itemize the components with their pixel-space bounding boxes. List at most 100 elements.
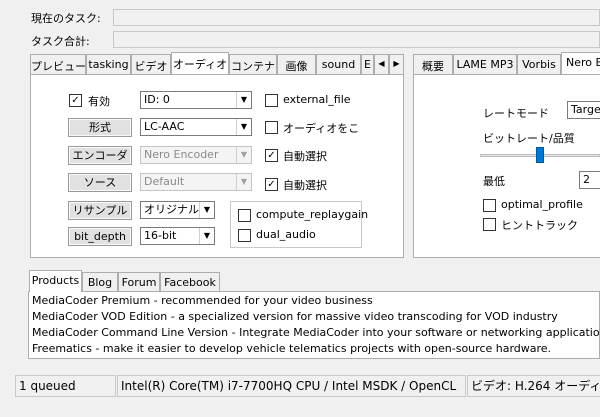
dropdown-arrow-icon: ▼ [199,228,214,244]
select-value: Nero Encoder [144,148,219,161]
left-tab-strip: プレビュー tasking ビデオ オーディオ コンテナ 画像 sound E … [30,52,410,74]
source-button[interactable]: ソース [68,173,132,192]
field-value: 2 [583,173,590,186]
tab-vorbis[interactable]: Vorbis [517,54,561,74]
enable-checkbox[interactable]: ✓ [69,94,82,107]
select-value: Target [571,103,600,116]
tab-label: E [364,58,371,71]
bit-depth-select[interactable]: 16-bit ▼ [140,227,215,245]
min-label: 最低 [483,175,505,188]
tab-forum[interactable]: Forum [118,272,160,292]
audio-option-label: オーディオをこ [283,122,360,135]
status-video: ビデオ: H.264 オーディ [467,375,600,397]
tab-scroll-left-icon[interactable]: ◀ [374,54,389,74]
bitrate-label: ビットレート/品質 [483,132,575,145]
slider-thumb[interactable] [536,147,544,163]
list-item[interactable]: MediaCoder Premium - recommended for you… [29,293,599,309]
tab-products[interactable]: Products [29,270,82,292]
tab-audio[interactable]: オーディオ [171,52,229,74]
auto-select-encoder-label: 自動選択 [283,150,327,163]
products-list: MediaCoder Premium - recommended for you… [28,291,600,359]
dropdown-arrow-icon: ▼ [236,174,251,190]
tab-label: Blog [87,276,113,289]
rate-mode-select[interactable]: Target [567,101,600,119]
min-value-field[interactable]: 2 [579,171,600,189]
tab-container[interactable]: コンテナ [229,54,277,74]
tab-label: sound [321,58,356,71]
dropdown-arrow-icon: ▼ [236,147,251,163]
tab-scroll-right-icon[interactable]: ▶ [389,54,404,74]
replaygain-checkbox[interactable] [238,209,251,222]
current-task-label: 現在のタスク: [31,12,101,25]
format-button[interactable]: 形式 [68,118,132,137]
tab-overview[interactable]: 概要 [413,54,453,74]
current-task-progress [113,9,600,26]
dual-audio-label: dual_audio [256,228,316,241]
tab-video[interactable]: ビデオ [131,54,171,74]
tab-facebook[interactable]: Facebook [160,272,220,292]
tab-nero-encoder[interactable]: Nero En [561,52,600,74]
tab-label: プレビュー [31,60,86,73]
bit-depth-button[interactable]: bit_depth [68,227,132,246]
tab-truncated[interactable]: E [361,54,374,74]
external-file-label: external_file [283,93,351,106]
tab-lame-mp3[interactable]: LAME MP3 [453,54,517,74]
replaygain-label: compute_replaygain [256,208,369,221]
bottom-tab-strip: Products Blog Forum Facebook [29,270,289,292]
auto-select-source-checkbox[interactable]: ✓ [265,178,278,191]
dual-audio-checkbox[interactable] [238,229,251,242]
source-select: Default ▼ [140,173,252,191]
optimal-profile-label: optimal_profile [501,198,583,211]
tab-label: コンテナ [231,60,275,73]
format-select[interactable]: LC-AAC ▼ [140,118,252,136]
tab-label: オーディオ [172,58,228,71]
select-value: ID: 0 [144,93,170,106]
dropdown-arrow-icon: ▼ [236,92,251,108]
select-value: オリジナル [144,203,199,216]
encoder-select: Nero Encoder ▼ [140,146,252,164]
tab-label: Nero En [566,56,600,69]
dropdown-arrow-icon: ▼ [199,202,214,218]
rate-mode-label: レートモード [483,107,549,120]
chevron-right-icon: ▶ [393,59,400,68]
select-value: 16-bit [144,229,177,242]
bitrate-slider[interactable] [480,145,600,167]
resample-button[interactable]: リサンプル [68,201,132,220]
tab-image[interactable]: 画像 [277,54,316,74]
total-task-progress [113,31,600,48]
select-value: LC-AAC [144,120,185,133]
auto-select-encoder-checkbox[interactable]: ✓ [265,149,278,162]
chevron-left-icon: ◀ [378,59,385,68]
select-value: Default [144,175,185,188]
encoder-button[interactable]: エンコーダ [68,146,132,165]
tab-label: Forum [121,276,157,289]
status-cpu: Intel(R) Core(TM) i7-7700HQ CPU / Intel … [117,375,466,397]
tab-label: LAME MP3 [456,58,514,71]
resample-select[interactable]: オリジナル ▼ [140,201,215,219]
list-item[interactable]: MediaCoder Command Line Version - Integr… [29,325,600,341]
external-file-checkbox[interactable] [265,94,278,107]
tab-label: 概要 [422,60,444,73]
tab-label: ビデオ [134,60,168,73]
tab-tasking[interactable]: tasking [86,54,131,74]
tab-preview[interactable]: プレビュー [30,54,86,74]
right-tab-strip: 概要 LAME MP3 Vorbis Nero En [413,52,600,74]
hint-track-label: ヒントトラック [501,219,578,232]
tab-label: Vorbis [522,58,556,71]
tab-sound[interactable]: sound [316,54,361,74]
hint-track-checkbox[interactable] [483,218,496,231]
list-item[interactable]: MediaCoder VOD Edition - a specialized v… [29,309,599,325]
tab-label: Products [31,274,80,287]
audio-option-checkbox[interactable] [265,121,278,134]
enable-label: 有効 [88,95,110,108]
tab-label: 画像 [285,60,308,73]
total-task-label: タスク合計: [31,35,90,48]
list-item[interactable]: Freematics - make it easier to develop v… [29,341,599,357]
audio-id-select[interactable]: ID: 0 ▼ [140,91,252,109]
tab-label: tasking [88,58,129,71]
optimal-profile-checkbox[interactable] [483,199,496,212]
status-queued: 1 queued [15,375,116,397]
tab-label: Facebook [164,276,216,289]
dropdown-arrow-icon: ▼ [236,119,251,135]
tab-blog[interactable]: Blog [82,272,118,292]
